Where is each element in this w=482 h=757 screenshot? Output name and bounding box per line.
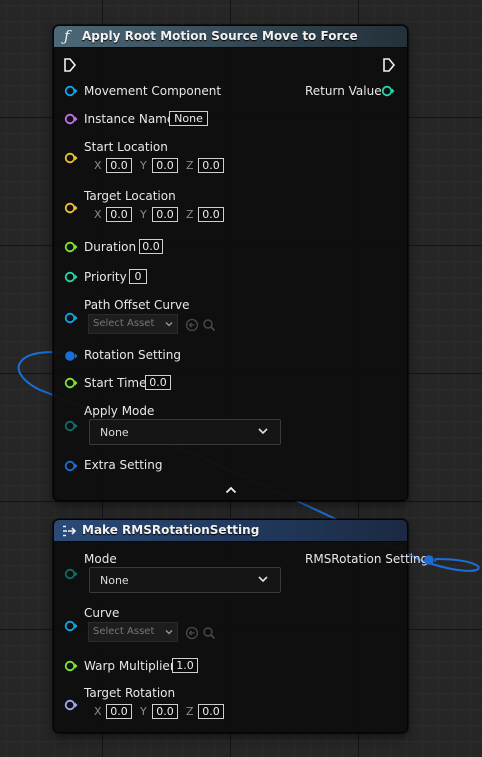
apply-mode-label: Apply Mode [84, 404, 155, 418]
target-rotation-label: Target Rotation [84, 686, 176, 700]
axis-x-label: X [94, 208, 102, 221]
use-selected-asset-icon[interactable] [185, 318, 199, 332]
warp-multiplier-label: Warp Multiplier [84, 659, 175, 673]
chevron-down-icon [165, 322, 173, 327]
mode-dropdown[interactable]: None [89, 567, 281, 593]
curve-pin[interactable] [64, 620, 78, 632]
chevron-down-icon [258, 576, 268, 583]
make-rms-rotation-setting-node[interactable]: Make RMSRotationSetting Mode None RMSRot… [53, 519, 437, 733]
chevron-down-icon [258, 428, 268, 435]
rotation-setting-label: Rotation Setting [84, 348, 181, 362]
warp-multiplier-pin[interactable] [64, 660, 78, 672]
return-value-pin[interactable] [381, 85, 395, 97]
priority-pin[interactable] [64, 271, 78, 283]
asset-picker-value: Select Asset [93, 626, 155, 637]
make-struct-icon [63, 525, 77, 537]
use-selected-asset-icon[interactable] [185, 626, 199, 640]
target-location-pin[interactable] [64, 202, 78, 214]
target-location-label: Target Location [84, 189, 176, 203]
mode-value: None [100, 574, 129, 587]
axis-x-label: X [94, 159, 102, 172]
apply-mode-value: None [100, 426, 129, 439]
node-header[interactable]: ƒ Apply Root Motion Source Move to Force [54, 26, 407, 48]
priority-field[interactable]: 0 [129, 269, 147, 284]
axis-z-label: Z [186, 159, 194, 172]
start-location-z-field[interactable]: 0.0 [198, 158, 224, 173]
start-location-pin[interactable] [64, 152, 78, 164]
rotation-setting-pin[interactable] [64, 350, 78, 362]
start-time-field[interactable]: 0.0 [145, 375, 171, 390]
axis-x-label: X [94, 705, 102, 718]
axis-y-label: Y [140, 159, 147, 172]
duration-field[interactable]: 0.0 [139, 239, 163, 254]
chevron-down-icon [165, 630, 173, 635]
asset-picker-value: Select Asset [93, 318, 155, 329]
extra-setting-label: Extra Setting [84, 458, 163, 472]
target-rotation-z-field[interactable]: 0.0 [198, 704, 224, 719]
rms-rotation-setting-pin[interactable] [423, 554, 439, 566]
exec-out-pin[interactable] [382, 57, 396, 73]
warp-multiplier-field[interactable]: 1.0 [172, 658, 198, 673]
axis-z-label: Z [186, 705, 194, 718]
duration-label: Duration [84, 240, 137, 254]
start-time-pin[interactable] [64, 377, 78, 389]
return-value-label: Return Value [305, 84, 382, 98]
exec-in-pin[interactable] [63, 57, 77, 73]
start-location-x-field[interactable]: 0.0 [106, 158, 132, 173]
target-rotation-x-field[interactable]: 0.0 [106, 704, 132, 719]
target-rotation-y-field[interactable]: 0.0 [152, 704, 178, 719]
function-icon: ƒ [64, 27, 70, 45]
start-location-label: Start Location [84, 140, 168, 154]
collapse-advanced-icon[interactable] [225, 485, 237, 495]
path-offset-curve-pin[interactable] [64, 312, 78, 324]
apply-root-motion-node[interactable]: ƒ Apply Root Motion Source Move to Force… [53, 25, 408, 501]
movement-component-label: Movement Component [84, 84, 222, 98]
target-location-z-field[interactable]: 0.0 [198, 207, 224, 222]
mode-label: Mode [84, 552, 117, 566]
target-rotation-pin[interactable] [64, 699, 78, 711]
path-offset-curve-label: Path Offset Curve [84, 298, 190, 312]
rms-rotation-setting-label: RMSRotation Setting [305, 552, 429, 566]
axis-y-label: Y [140, 705, 147, 718]
instance-name-field[interactable]: None [169, 111, 208, 126]
mode-pin[interactable] [64, 568, 78, 580]
path-offset-curve-asset-picker[interactable]: Select Asset [88, 314, 178, 334]
axis-y-label: Y [140, 208, 147, 221]
node-title: Make RMSRotationSetting [82, 523, 260, 537]
curve-label: Curve [84, 606, 120, 620]
node-header[interactable]: Make RMSRotationSetting [54, 520, 407, 542]
browse-asset-icon[interactable] [202, 318, 216, 332]
target-location-y-field[interactable]: 0.0 [152, 207, 178, 222]
browse-asset-icon[interactable] [202, 626, 216, 640]
instance-name-label: Instance Name [84, 112, 175, 126]
apply-mode-dropdown[interactable]: None [89, 419, 281, 445]
node-title: Apply Root Motion Source Move to Force [82, 29, 358, 43]
start-location-y-field[interactable]: 0.0 [152, 158, 178, 173]
instance-name-pin[interactable] [64, 113, 78, 125]
duration-pin[interactable] [64, 241, 78, 253]
extra-setting-pin[interactable] [64, 460, 78, 472]
start-time-label: Start Time [84, 376, 147, 390]
movement-component-pin[interactable] [64, 85, 78, 97]
apply-mode-pin[interactable] [64, 420, 78, 432]
axis-z-label: Z [186, 208, 194, 221]
priority-label: Priority [84, 270, 127, 284]
target-location-x-field[interactable]: 0.0 [106, 207, 132, 222]
curve-asset-picker[interactable]: Select Asset [88, 622, 178, 642]
